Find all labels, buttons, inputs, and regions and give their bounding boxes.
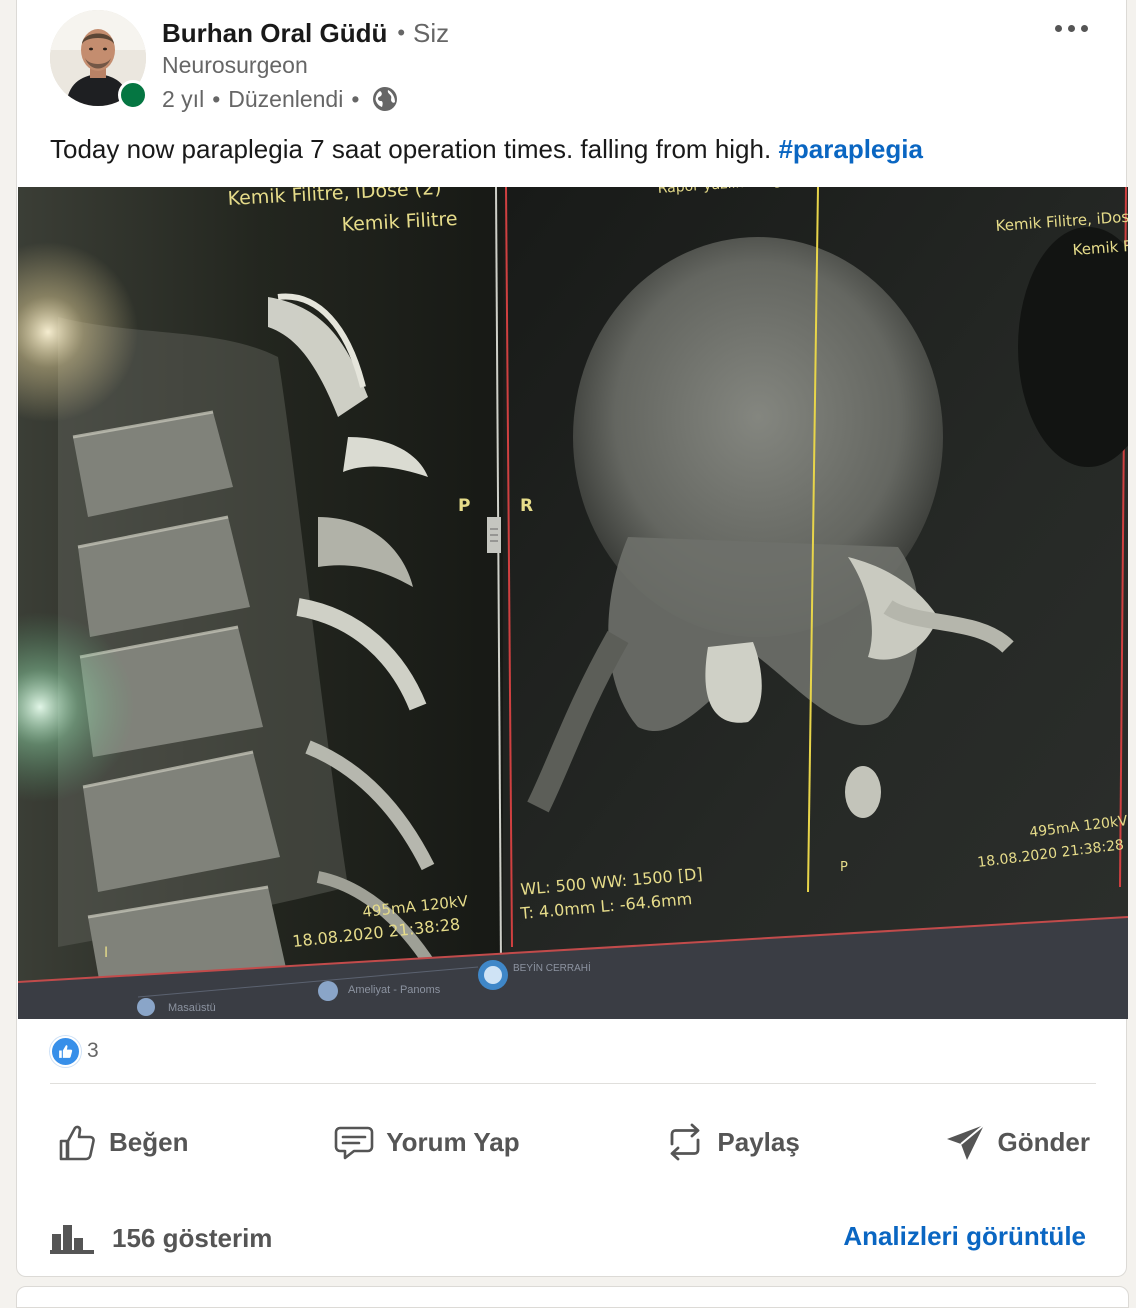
send-label: Gönder [997, 1126, 1090, 1157]
send-icon [946, 1124, 985, 1160]
post-body: Today now paraplegia 7 saat operation ti… [50, 134, 772, 164]
ct-orientation-marker: I [104, 945, 108, 961]
taskbar-item: BEYİN CERRAHİ [513, 961, 591, 974]
author-headline: Neurosurgeon [162, 52, 308, 78]
post-image[interactable]: Masaüstü Ameliyat - Panoms BEYİN CERRAHİ… [18, 187, 1128, 1019]
relationship-label: Siz [413, 17, 450, 48]
edited-label: Düzenlendi [228, 85, 344, 112]
post-age: 2 yıl [162, 85, 205, 112]
globe-icon [373, 87, 398, 111]
divider [50, 1083, 1096, 1084]
bar-chart-icon [50, 1225, 94, 1254]
view-analytics-link[interactable]: Analizleri görüntüle [843, 1221, 1086, 1252]
author-separator: • [397, 20, 406, 45]
taskbar-item: Ameliyat - Panoms [348, 984, 441, 996]
send-button[interactable]: Gönder [922, 1104, 1112, 1180]
next-post-card-edge [16, 1286, 1129, 1308]
comment-button[interactable]: Yorum Yap [310, 1104, 541, 1180]
taskbar-item: Masaüstü [168, 1002, 216, 1014]
like-button[interactable]: Beğen [33, 1104, 210, 1180]
ct-filter-label: Kemik F [1072, 237, 1128, 259]
more-options-button[interactable] [1047, 14, 1095, 42]
author-line: Burhan Oral Güdü • Siz [162, 16, 449, 50]
impressions-count: 156 gösterim [112, 1222, 273, 1253]
like-label: Beğen [109, 1126, 189, 1157]
meta-separator: • [212, 85, 221, 112]
reaction-count: 3 [87, 1039, 99, 1062]
ct-orientation-marker: P [458, 496, 470, 516]
ct-scan-photo: Masaüstü Ameliyat - Panoms BEYİN CERRAHİ… [18, 187, 1128, 1019]
social-actions-bar: Beğen Yorum Yap Paylaş Gönder [33, 1104, 1112, 1180]
ct-orientation-marker: P [840, 860, 848, 875]
post-card: Burhan Oral Güdü • Siz Neurosurgeon 2 yı… [16, 0, 1128, 1277]
post-text: Today now paraplegia 7 saat operation ti… [50, 134, 923, 165]
comment-icon [334, 1126, 374, 1160]
post-meta: 2 yıl • Düzenlendi • [162, 84, 399, 114]
thumbs-up-icon [59, 1125, 95, 1161]
hashtag-link[interactable]: #paraplegia [778, 134, 923, 164]
repost-icon [670, 1123, 700, 1161]
comment-label: Yorum Yap [386, 1126, 520, 1157]
online-status-indicator [118, 80, 148, 110]
impressions-summary: 156 gösterim [50, 1218, 272, 1258]
repost-label: Paylaş [717, 1126, 800, 1157]
meta-separator: • [351, 85, 360, 112]
like-icon [50, 1035, 81, 1067]
author-name[interactable]: Burhan Oral Güdü [162, 18, 387, 49]
reactions-summary[interactable]: 3 [50, 1035, 99, 1067]
repost-button[interactable]: Paylaş [641, 1104, 821, 1180]
ct-orientation-marker: R [520, 496, 533, 516]
